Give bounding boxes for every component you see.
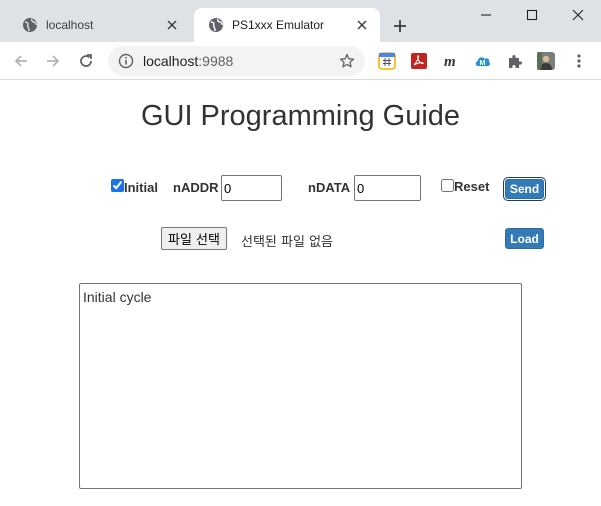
star-icon[interactable] [338, 52, 356, 70]
tab-title: PS1xxx Emulator [232, 18, 325, 32]
svg-text:M: M [480, 60, 486, 67]
reload-icon[interactable] [75, 50, 97, 72]
url-host: localhost [143, 53, 199, 69]
info-icon[interactable] [118, 53, 134, 69]
url-port: :9988 [198, 53, 234, 69]
globe-icon [208, 17, 224, 33]
tab-title: localhost [46, 18, 94, 32]
naddr-label: nADDR [173, 180, 219, 195]
globe-icon [22, 17, 38, 33]
cloud-m-extension-icon[interactable]: M [474, 52, 492, 70]
initial-checkbox[interactable] [111, 179, 124, 192]
hashtag-extension-icon[interactable] [378, 52, 396, 70]
plus-icon[interactable] [390, 16, 410, 36]
initial-label: Initial [124, 180, 158, 195]
file-status-text: 선택된 파일 없음 [241, 235, 333, 250]
m-extension-icon[interactable]: m [442, 52, 460, 70]
naddr-input[interactable] [221, 175, 282, 201]
file-controls: 파일 선택 선택된 파일 없음 Load [0, 227, 601, 251]
reset-label: Reset [454, 179, 490, 194]
back-arrow-icon[interactable] [10, 50, 32, 72]
log-textarea[interactable]: Initial cycle [79, 283, 522, 489]
forward-arrow-icon[interactable] [42, 50, 64, 72]
close-icon[interactable] [555, 0, 601, 30]
acrobat-extension-icon[interactable] [410, 52, 428, 70]
reset-checkbox[interactable] [441, 179, 454, 192]
choose-file-button[interactable]: 파일 선택 [161, 227, 227, 250]
page-title: GUI Programming Guide [140, 100, 461, 132]
ndata-label: nDATA [308, 180, 351, 195]
tab-localhost[interactable]: localhost [8, 8, 190, 42]
kebab-menu-icon[interactable] [570, 52, 588, 70]
url-text: localhost:9988 [143, 53, 338, 69]
close-tab-icon[interactable] [354, 17, 370, 33]
puzzle-icon[interactable] [506, 52, 524, 70]
tab-strip: localhost PS1xxx Emulator [0, 0, 601, 42]
minimize-icon[interactable] [463, 0, 509, 30]
tab-ps1xxx-emulator[interactable]: PS1xxx Emulator [194, 8, 380, 42]
browser-toolbar: localhost:9988 m M [0, 42, 601, 80]
maximize-icon[interactable] [509, 0, 555, 30]
svg-text:m: m [444, 54, 456, 70]
ndata-input[interactable] [354, 175, 421, 201]
address-bar[interactable]: localhost:9988 [108, 46, 365, 76]
send-button[interactable]: Send [505, 179, 544, 199]
profile-avatar[interactable] [537, 52, 555, 70]
load-button[interactable]: Load [505, 228, 544, 249]
register-controls: Initial nADDR nDATA Reset Send [0, 175, 601, 203]
close-tab-icon[interactable] [164, 17, 180, 33]
